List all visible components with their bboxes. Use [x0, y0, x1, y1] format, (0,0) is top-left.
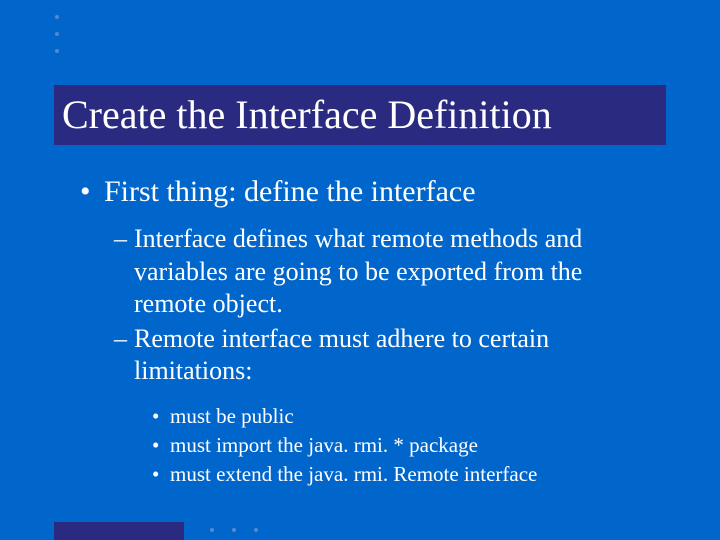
- bullet-text: Interface defines what remote methods an…: [134, 224, 582, 318]
- bullet-level3: must import the java. rmi. * package: [152, 431, 660, 460]
- slide-title: Create the Interface Definition: [54, 85, 666, 145]
- bullet-level3: must be public: [152, 402, 660, 431]
- bullet-level3-group: must be public must import the java. rmi…: [80, 402, 660, 490]
- dot-icon: [232, 528, 236, 532]
- dot-icon: [55, 15, 59, 19]
- decorative-dots-bottom: [210, 528, 258, 532]
- slide-content: First thing: define the interface –Inter…: [80, 175, 660, 490]
- decorative-dots-top: [55, 15, 59, 53]
- dot-icon: [55, 32, 59, 36]
- bullet-level1: First thing: define the interface: [80, 175, 660, 209]
- dot-icon: [210, 528, 214, 532]
- bullet-level2: –Interface defines what remote methods a…: [80, 223, 660, 321]
- bullet-level3: must extend the java. rmi. Remote interf…: [152, 460, 660, 489]
- dot-icon: [55, 49, 59, 53]
- decorative-bottom-bar: [54, 522, 184, 540]
- bullet-text: Remote interface must adhere to certain …: [134, 324, 549, 386]
- dot-icon: [254, 528, 258, 532]
- bullet-level2: –Remote interface must adhere to certain…: [80, 323, 660, 388]
